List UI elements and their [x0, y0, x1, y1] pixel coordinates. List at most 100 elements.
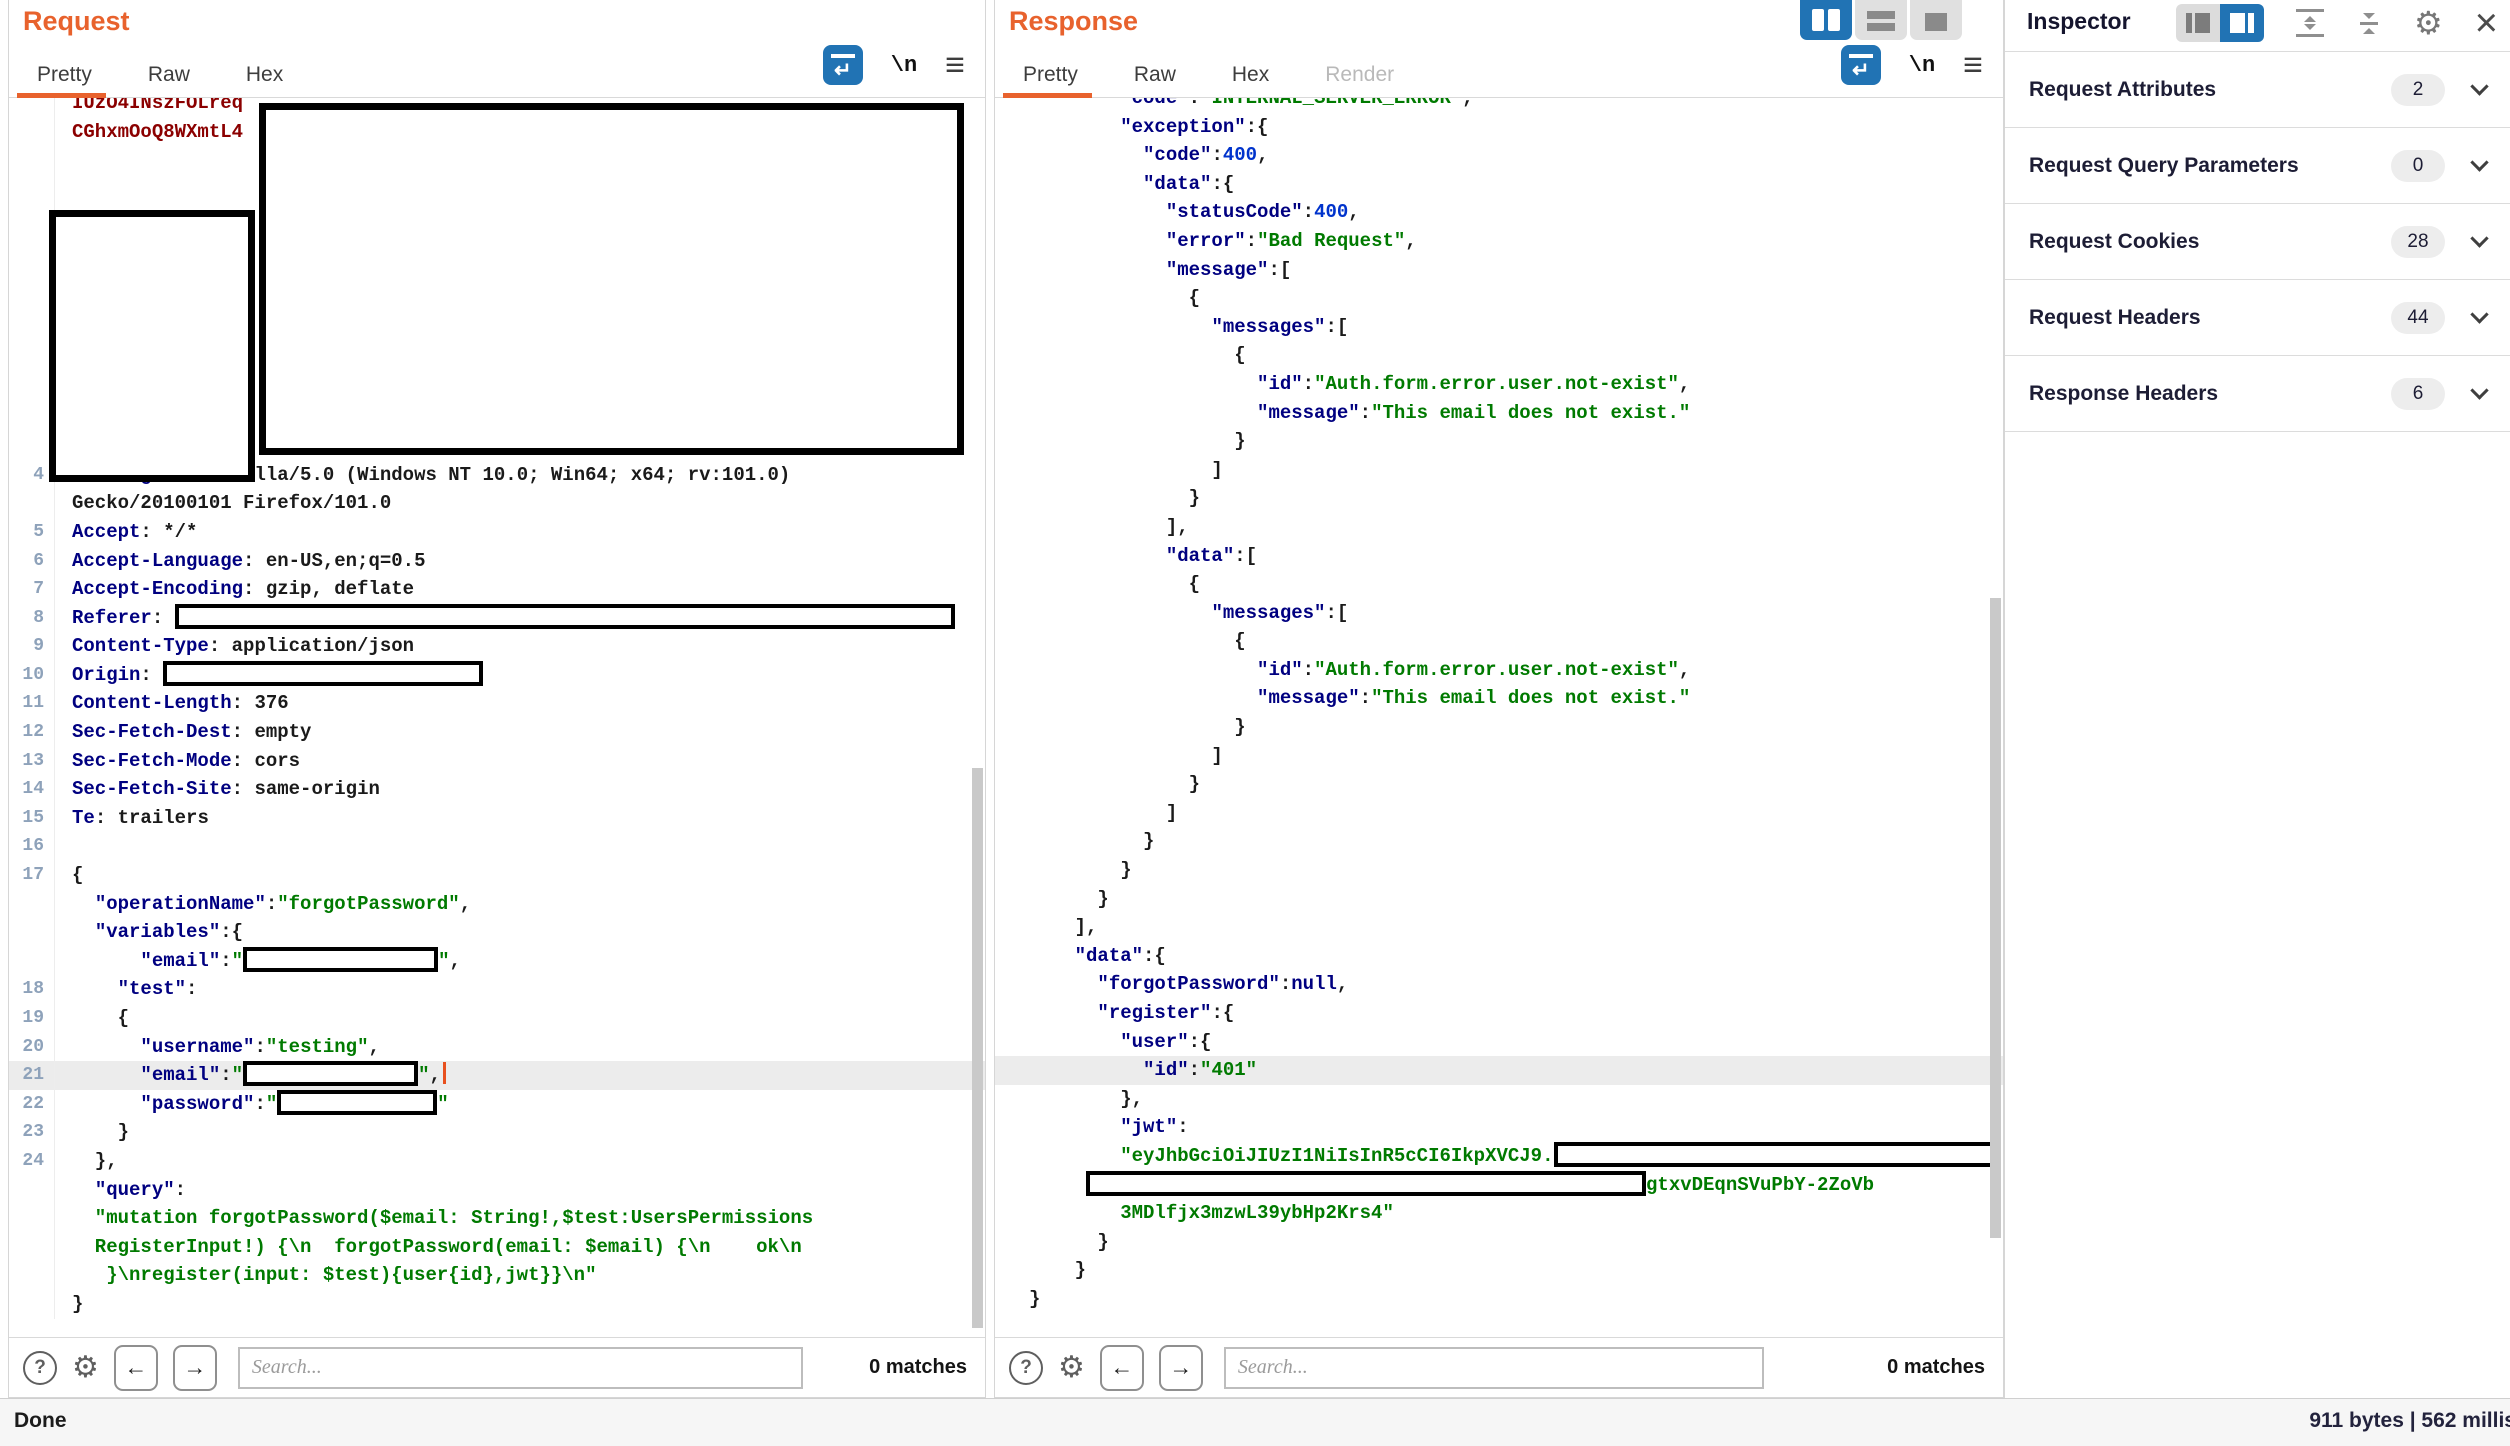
request-title: Request	[23, 6, 130, 37]
code-line: ]	[995, 456, 2003, 485]
layout-columns-button[interactable]	[1800, 0, 1852, 40]
inspector-settings-icon[interactable]: ⚙	[2414, 7, 2443, 39]
chevron-down-icon[interactable]	[2470, 229, 2488, 247]
line-number	[9, 146, 55, 175]
tab-raw[interactable]: Raw	[148, 63, 190, 87]
code-line: "forgotPassword":null,	[995, 970, 2003, 999]
line-number: 8	[9, 604, 55, 633]
inspector-section-request-query-parameters[interactable]: Request Query Parameters0	[2005, 128, 2510, 204]
line-number	[9, 890, 55, 919]
code-line: "id":"Auth.form.error.user.not-exist",	[995, 370, 2003, 399]
request-match-count: 0 matches	[869, 1356, 967, 1379]
inspector-section-request-cookies[interactable]: Request Cookies28	[2005, 204, 2510, 280]
line-number: 18	[9, 975, 55, 1004]
tab-raw[interactable]: Raw	[1134, 63, 1176, 87]
chevron-down-icon[interactable]	[2470, 305, 2488, 323]
code-line: "message":"This email does not exist."	[995, 684, 2003, 713]
inspector-sections: Request Attributes2Request Query Paramet…	[2005, 52, 2510, 432]
layout-single-button[interactable]	[1910, 0, 1962, 40]
line-number: 21	[9, 1061, 55, 1090]
word-wrap-icon[interactable]: ↵	[1841, 45, 1881, 85]
menu-icon[interactable]: ≡	[1963, 48, 1983, 82]
inspector-header: Inspector ⚙ ×	[2005, 0, 2510, 52]
line-number: 14	[9, 775, 55, 804]
inspector-section-response-headers[interactable]: Response Headers6	[2005, 356, 2510, 432]
dock-right-button[interactable]	[2220, 4, 2264, 42]
prev-match-button[interactable]: ←	[114, 1345, 158, 1391]
dock-left-button[interactable]	[2176, 4, 2220, 42]
line-number: 10	[9, 661, 55, 690]
word-wrap-icon[interactable]: ↵	[823, 45, 863, 85]
line-number: 16	[9, 832, 55, 861]
response-editor[interactable]: "code":"INTERNAL_SERVER_ERROR", "excepti…	[995, 98, 2003, 1337]
request-scrollbar-thumb[interactable]	[972, 768, 983, 1328]
line-number: 9	[9, 632, 55, 661]
request-editor[interactable]: IUzO4INszFOLreqCGhxmOoQ8WXmtL44User-Agen…	[9, 98, 985, 1337]
section-count-badge: 6	[2391, 378, 2445, 410]
tab-render[interactable]: Render	[1325, 63, 1394, 87]
redacted-value	[277, 1090, 437, 1115]
response-header-icons: ↵ \n ≡	[1841, 45, 1983, 85]
layout-rows-button[interactable]	[1855, 0, 1907, 40]
expand-all-icon[interactable]	[2296, 9, 2324, 37]
line-number: 5	[9, 518, 55, 547]
tab-pretty[interactable]: Pretty	[1023, 63, 1078, 87]
gear-icon[interactable]: ⚙	[1058, 1353, 1085, 1383]
code-line: ],	[995, 913, 2003, 942]
code-line: }	[995, 856, 2003, 885]
response-search-input[interactable]	[1224, 1347, 1764, 1389]
prev-match-button[interactable]: ←	[1100, 1345, 1144, 1391]
request-panel: Request Pretty Raw Hex ↵ \n ≡ IUzO4INszFOL…	[8, 0, 986, 1398]
help-icon[interactable]: ?	[1009, 1351, 1043, 1385]
redacted-value	[175, 604, 955, 629]
tab-hex[interactable]: Hex	[246, 63, 283, 87]
line-number	[9, 489, 55, 518]
line-number	[9, 1204, 55, 1233]
code-line: 5Accept: */*	[9, 518, 985, 547]
tab-hex[interactable]: Hex	[1232, 63, 1269, 87]
code-line: 11Content-Length: 376	[9, 689, 985, 718]
response-scrollbar-thumb[interactable]	[1990, 598, 2001, 1238]
code-line: "register":{	[995, 999, 2003, 1028]
gear-icon[interactable]: ⚙	[72, 1353, 99, 1383]
code-line: "user":{	[995, 1028, 2003, 1057]
code-line: {	[995, 627, 2003, 656]
inspector-close-icon[interactable]: ×	[2475, 7, 2498, 39]
collapse-all-icon[interactable]	[2356, 13, 2382, 34]
redaction-box	[49, 210, 255, 482]
code-line: "operationName":"forgotPassword",	[9, 890, 985, 919]
code-line: "code":400,	[995, 141, 2003, 170]
request-search-input[interactable]	[238, 1347, 803, 1389]
newline-toggle-icon[interactable]: \n	[891, 53, 917, 78]
code-line: "messages":[	[995, 313, 2003, 342]
chevron-down-icon[interactable]	[2470, 381, 2488, 399]
tab-pretty[interactable]: Pretty	[37, 63, 92, 87]
text-cursor	[443, 1062, 446, 1084]
code-line: "statusCode":400,	[995, 198, 2003, 227]
line-number	[9, 918, 55, 947]
chevron-down-icon[interactable]	[2470, 77, 2488, 95]
inspector-section-request-headers[interactable]: Request Headers44	[2005, 280, 2510, 356]
code-line: {	[995, 341, 2003, 370]
menu-icon[interactable]: ≡	[945, 48, 965, 82]
code-line: gtxvDEqnSVuPbY-2ZoVb	[995, 1171, 2003, 1200]
request-panel-header: Request Pretty Raw Hex ↵ \n ≡	[9, 0, 985, 98]
line-number: 19	[9, 1004, 55, 1033]
next-match-button[interactable]: →	[1159, 1345, 1203, 1391]
code-line: 22 "password":""	[9, 1090, 985, 1119]
chevron-down-icon[interactable]	[2470, 153, 2488, 171]
code-line: 20 "username":"testing",	[9, 1033, 985, 1062]
line-number	[9, 1261, 55, 1290]
response-tabs: Pretty Raw Hex Render	[1023, 63, 1394, 87]
single-pane-icon	[1925, 13, 1947, 31]
help-icon[interactable]: ?	[23, 1351, 57, 1385]
dock-left-icon	[2186, 13, 2192, 33]
code-line: "error":"Bad Request",	[995, 227, 2003, 256]
redacted-value	[163, 661, 483, 686]
next-match-button[interactable]: →	[173, 1345, 217, 1391]
code-line: }	[995, 1228, 2003, 1257]
newline-toggle-icon[interactable]: \n	[1909, 53, 1935, 78]
line-number: 24	[9, 1147, 55, 1176]
inspector-section-request-attributes[interactable]: Request Attributes2	[2005, 52, 2510, 128]
redacted-value	[243, 1061, 418, 1086]
